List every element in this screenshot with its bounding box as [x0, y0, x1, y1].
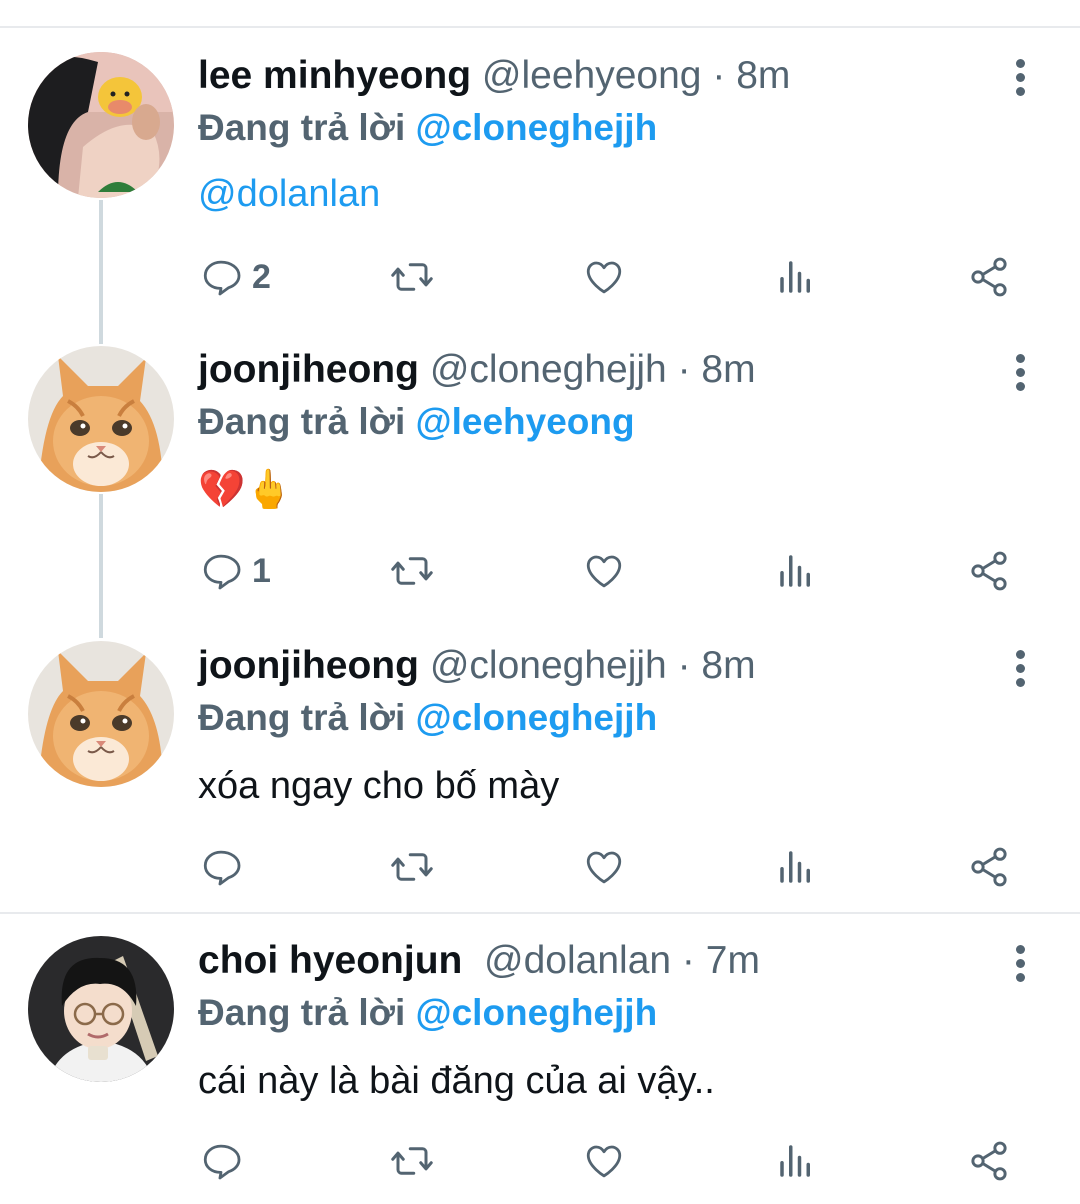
views-icon	[780, 1145, 810, 1177]
reply-icon	[203, 554, 241, 590]
like-icon	[586, 261, 622, 294]
action-bar	[0, 1136, 1080, 1186]
boy-with-glasses-avatar-image	[28, 936, 174, 1082]
reply-icon	[203, 1144, 241, 1180]
orange-cat-avatar-image	[28, 346, 174, 492]
tweet-header: lee minhyeong @leehyeong · 8m	[198, 52, 790, 100]
replying-to: Đang trả lời @cloneghejjh	[198, 989, 657, 1037]
replying-to: Đang trả lời @cloneghejjh	[198, 104, 657, 152]
timestamp[interactable]: 7m	[706, 939, 760, 982]
more-icon[interactable]	[1006, 352, 1036, 392]
orange-cat-avatar-image	[28, 641, 174, 787]
divider	[0, 912, 1080, 914]
reply-icon-peek	[204, 0, 224, 2]
avatar[interactable]	[28, 641, 174, 787]
replying-prefix: Đang trả lời	[198, 697, 406, 738]
views-button[interactable]	[776, 1136, 816, 1186]
retweet-button[interactable]	[388, 252, 436, 302]
views-icon	[780, 851, 810, 883]
share-icon-peek	[990, 0, 1010, 2]
reply-count: 1	[252, 551, 271, 590]
action-bar: 2	[0, 252, 1080, 302]
action-bar: 1	[0, 546, 1080, 596]
like-icon	[586, 1145, 622, 1178]
like-button[interactable]	[582, 842, 626, 892]
display-name[interactable]: joonjiheong	[198, 348, 419, 391]
avatar[interactable]	[28, 346, 174, 492]
action-bar	[0, 842, 1080, 892]
tweet-text[interactable]: 💔🖕	[198, 466, 293, 514]
replying-mention[interactable]: @cloneghejjh	[416, 107, 658, 148]
handle[interactable]: @dolanlan	[484, 939, 671, 982]
tweet-text[interactable]: xóa ngay cho bố mày	[198, 762, 559, 810]
share-button[interactable]	[966, 546, 1012, 596]
more-icon[interactable]	[1006, 943, 1036, 983]
share-button[interactable]	[966, 1136, 1012, 1186]
display-name[interactable]: lee minhyeong	[198, 54, 471, 97]
share-button[interactable]	[966, 252, 1012, 302]
tweet-header: joonjiheong @cloneghejjh · 8m	[198, 642, 756, 690]
share-icon	[971, 847, 1007, 887]
reply-button[interactable]: 1	[200, 546, 271, 596]
tweet-text[interactable]: cái này là bài đăng của ai vậy..	[198, 1057, 715, 1105]
reply-button[interactable]	[200, 1136, 252, 1186]
replying-prefix: Đang trả lời	[198, 401, 406, 442]
tweet-text[interactable]: @dolanlan	[198, 170, 380, 218]
more-icon[interactable]	[1006, 648, 1036, 688]
like-button[interactable]	[582, 1136, 626, 1186]
share-button[interactable]	[966, 842, 1012, 892]
boy-with-plush-avatar-image	[28, 52, 174, 198]
reply-icon	[203, 850, 241, 886]
separator-dot: ·	[677, 348, 691, 391]
display-name[interactable]: joonjiheong	[198, 644, 419, 687]
display-name[interactable]: choi hyeonjun	[198, 939, 462, 982]
like-icon	[586, 555, 622, 588]
retweet-button[interactable]	[388, 842, 436, 892]
handle[interactable]: @cloneghejjh	[430, 348, 667, 391]
tweet-header: joonjiheong @cloneghejjh · 8m	[198, 346, 756, 394]
views-button[interactable]	[776, 546, 816, 596]
like-button[interactable]	[582, 546, 626, 596]
retweet-button[interactable]	[388, 1136, 436, 1186]
divider	[0, 26, 1080, 28]
share-icon	[971, 257, 1007, 297]
like-icon	[586, 851, 622, 884]
views-icon	[780, 261, 810, 293]
replying-mention[interactable]: @leehyeong	[416, 401, 635, 442]
reply-button[interactable]	[200, 842, 252, 892]
replying-prefix: Đang trả lời	[198, 107, 406, 148]
replying-to: Đang trả lời @cloneghejjh	[198, 694, 657, 742]
separator-dot: ·	[677, 644, 691, 687]
retweet-icon	[391, 263, 433, 291]
more-icon[interactable]	[1006, 57, 1036, 97]
reply-icon	[203, 260, 241, 296]
retweet-icon	[391, 1147, 433, 1175]
avatar[interactable]	[28, 936, 174, 1082]
timestamp[interactable]: 8m	[736, 54, 790, 97]
retweet-button[interactable]	[388, 546, 436, 596]
handle[interactable]: @leehyeong	[482, 54, 702, 97]
timestamp[interactable]: 8m	[701, 348, 755, 391]
reply-button[interactable]: 2	[200, 252, 271, 302]
views-icon	[780, 555, 810, 587]
avatar[interactable]	[28, 52, 174, 198]
tweet-header: choi hyeonjun @dolanlan · 7m	[198, 937, 760, 985]
replying-prefix: Đang trả lời	[198, 992, 406, 1033]
like-button[interactable]	[582, 252, 626, 302]
replying-to: Đang trả lời @leehyeong	[198, 398, 635, 446]
replying-mention[interactable]: @cloneghejjh	[416, 992, 658, 1033]
handle[interactable]: @cloneghejjh	[430, 644, 667, 687]
timestamp[interactable]: 8m	[701, 644, 755, 687]
share-icon	[971, 551, 1007, 591]
views-button[interactable]	[776, 842, 816, 892]
retweet-icon	[391, 557, 433, 585]
replying-mention[interactable]: @cloneghejjh	[416, 697, 658, 738]
separator-dot: ·	[681, 939, 695, 982]
retweet-icon	[391, 853, 433, 881]
separator-dot: ·	[712, 54, 726, 97]
views-button[interactable]	[776, 252, 816, 302]
reply-count: 2	[252, 257, 271, 296]
share-icon	[971, 1141, 1007, 1181]
